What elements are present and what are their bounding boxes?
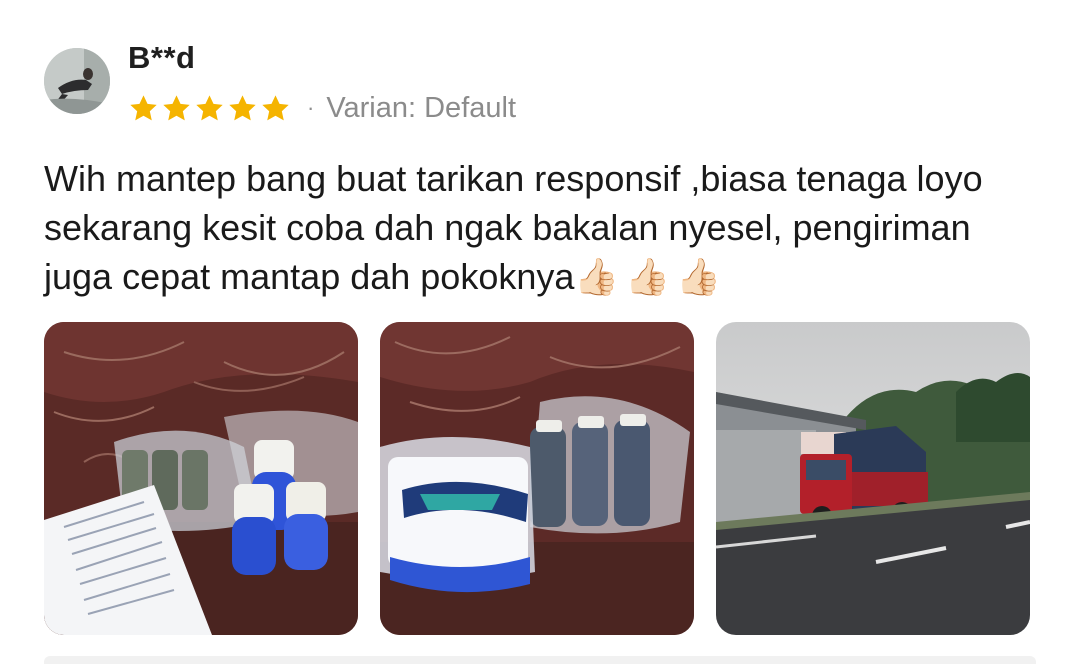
next-section-divider: [44, 656, 1036, 664]
review-body: Wih mantep bang buat tarikan responsif ,…: [44, 158, 983, 297]
avatar[interactable]: [44, 48, 110, 114]
star-icon: [130, 94, 157, 120]
variant-label: Varian: Default: [326, 91, 517, 124]
rating-row: · Varian: Default: [128, 88, 516, 128]
review-photos: [44, 322, 1030, 635]
review-photo-2[interactable]: [380, 322, 694, 635]
separator-dot: ·: [307, 95, 315, 120]
star-icon: [196, 94, 223, 120]
star-icon: [163, 94, 190, 120]
review-card: B**d · Varian: Default Wih mantep bang b…: [0, 0, 1080, 664]
star-rating: [128, 93, 291, 124]
review-text: Wih mantep bang buat tarikan responsif ,…: [44, 154, 1034, 302]
product-photo-bottles-icon: [44, 322, 358, 635]
user-photo-icon: [44, 48, 110, 114]
review-photo-1[interactable]: [44, 322, 358, 635]
thumbs-up-emoji: 👍🏻👍🏻👍🏻: [574, 257, 727, 298]
product-photo-package-icon: [380, 322, 694, 635]
star-icon: [229, 94, 256, 120]
review-photo-3[interactable]: [716, 322, 1030, 635]
reviewer-name: B**d: [128, 40, 196, 75]
star-icon: [262, 94, 289, 120]
red-truck-photo-icon: [716, 322, 1030, 635]
